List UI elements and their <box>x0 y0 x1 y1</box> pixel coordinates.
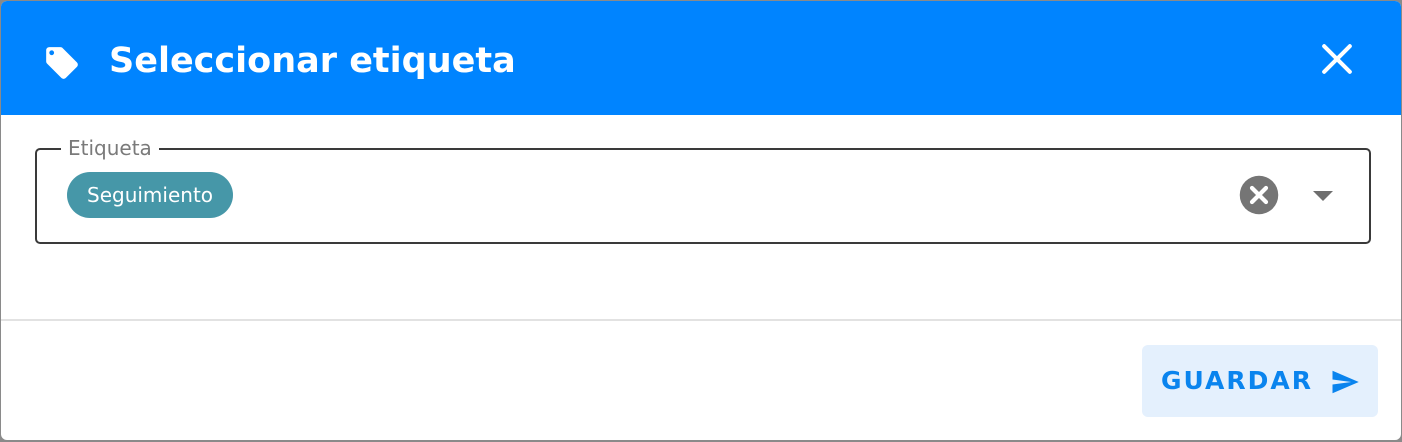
save-button-label: GUARDAR <box>1161 366 1314 395</box>
tag-select-field[interactable]: Etiqueta Seguimiento <box>35 135 1371 244</box>
tag-icon <box>46 47 78 79</box>
close-icon[interactable] <box>1315 37 1359 81</box>
clear-circle-icon[interactable] <box>1238 174 1280 216</box>
field-label: Etiqueta <box>61 135 159 161</box>
send-icon <box>1332 370 1359 394</box>
save-button[interactable]: GUARDAR <box>1142 345 1378 417</box>
dialog-header: Seleccionar etiqueta <box>1 1 1401 115</box>
select-tag-dialog: Seleccionar etiqueta Etiqueta Seguimient… <box>1 1 1401 440</box>
dropdown-arrow-icon[interactable] <box>1309 184 1337 206</box>
dialog-content: Etiqueta Seguimiento <box>1 115 1401 319</box>
dialog-title: Seleccionar etiqueta <box>109 41 516 81</box>
selected-tag-chip[interactable]: Seguimiento <box>67 172 234 218</box>
footer-divider <box>1 319 1401 321</box>
